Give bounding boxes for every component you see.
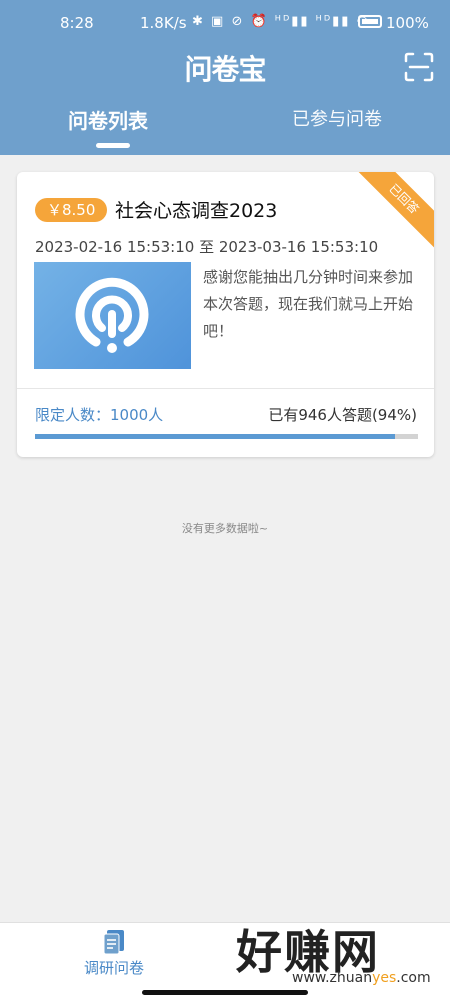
survey-title: 社会心态调查2023 (115, 200, 278, 222)
progress-bar (35, 434, 418, 439)
card-divider (17, 388, 434, 389)
document-icon (103, 930, 124, 955)
survey-card[interactable]: 已回答 ￥8.50 社会心态调查2023 2023-02-16 15:53:10… (17, 172, 434, 457)
status-bar: 8:28 1.8K/s ✱ ▣ ⊘ ⏰ ᴴᴰ▮▮ ᴴᴰ▮▮ ◠ 100% (0, 0, 450, 48)
battery-icon (358, 15, 382, 28)
status-time: 8:28 (60, 14, 94, 32)
participant-limit: 限定人数：1000人 (35, 406, 164, 424)
nav-item-label: 调研问卷 (83, 959, 144, 977)
tab-survey-list[interactable]: 问卷列表 (68, 105, 148, 134)
no-more-data: 没有更多数据啦~ (181, 522, 269, 535)
tab-bar: 问卷列表 已参与问卷 (0, 95, 450, 155)
survey-description: 感谢您能抽出几分钟时间来参加本次答题，现在我们就马上开始吧！ (203, 268, 414, 340)
survey-date-range: 2023-02-16 15:53:10 至 2023-03-16 15:53:1… (35, 238, 379, 256)
nav-item-survey[interactable]: 调研问卷 (78, 929, 150, 978)
network-speed: 1.8K/s (140, 14, 187, 32)
progress-fill (35, 434, 396, 439)
answered-count: 已有946人答题(94%) (268, 406, 417, 424)
app-header: 8:28 1.8K/s ✱ ▣ ⊘ ⏰ ᴴᴰ▮▮ ᴴᴰ▮▮ ◠ 100% 问卷宝… (0, 0, 450, 155)
tab-participated[interactable]: 已参与问卷 (292, 105, 382, 131)
app-title: 问卷宝 (184, 53, 266, 86)
survey-logo-icon (75, 277, 149, 353)
status-icons: ✱ ▣ ⊘ ⏰ ᴴᴰ▮▮ ᴴᴰ▮▮ ◠ (192, 14, 370, 29)
reward-badge: ￥8.50 (35, 198, 108, 222)
scan-icon[interactable] (404, 52, 434, 82)
watermark: 好赚网 www.zhuanyes.com (232, 916, 442, 988)
home-indicator[interactable] (142, 990, 308, 995)
watermark-url: www.zhuanyes.com (292, 970, 431, 986)
battery-percent: 100% (386, 14, 429, 32)
survey-thumbnail (34, 262, 191, 369)
tab-indicator (96, 143, 130, 148)
